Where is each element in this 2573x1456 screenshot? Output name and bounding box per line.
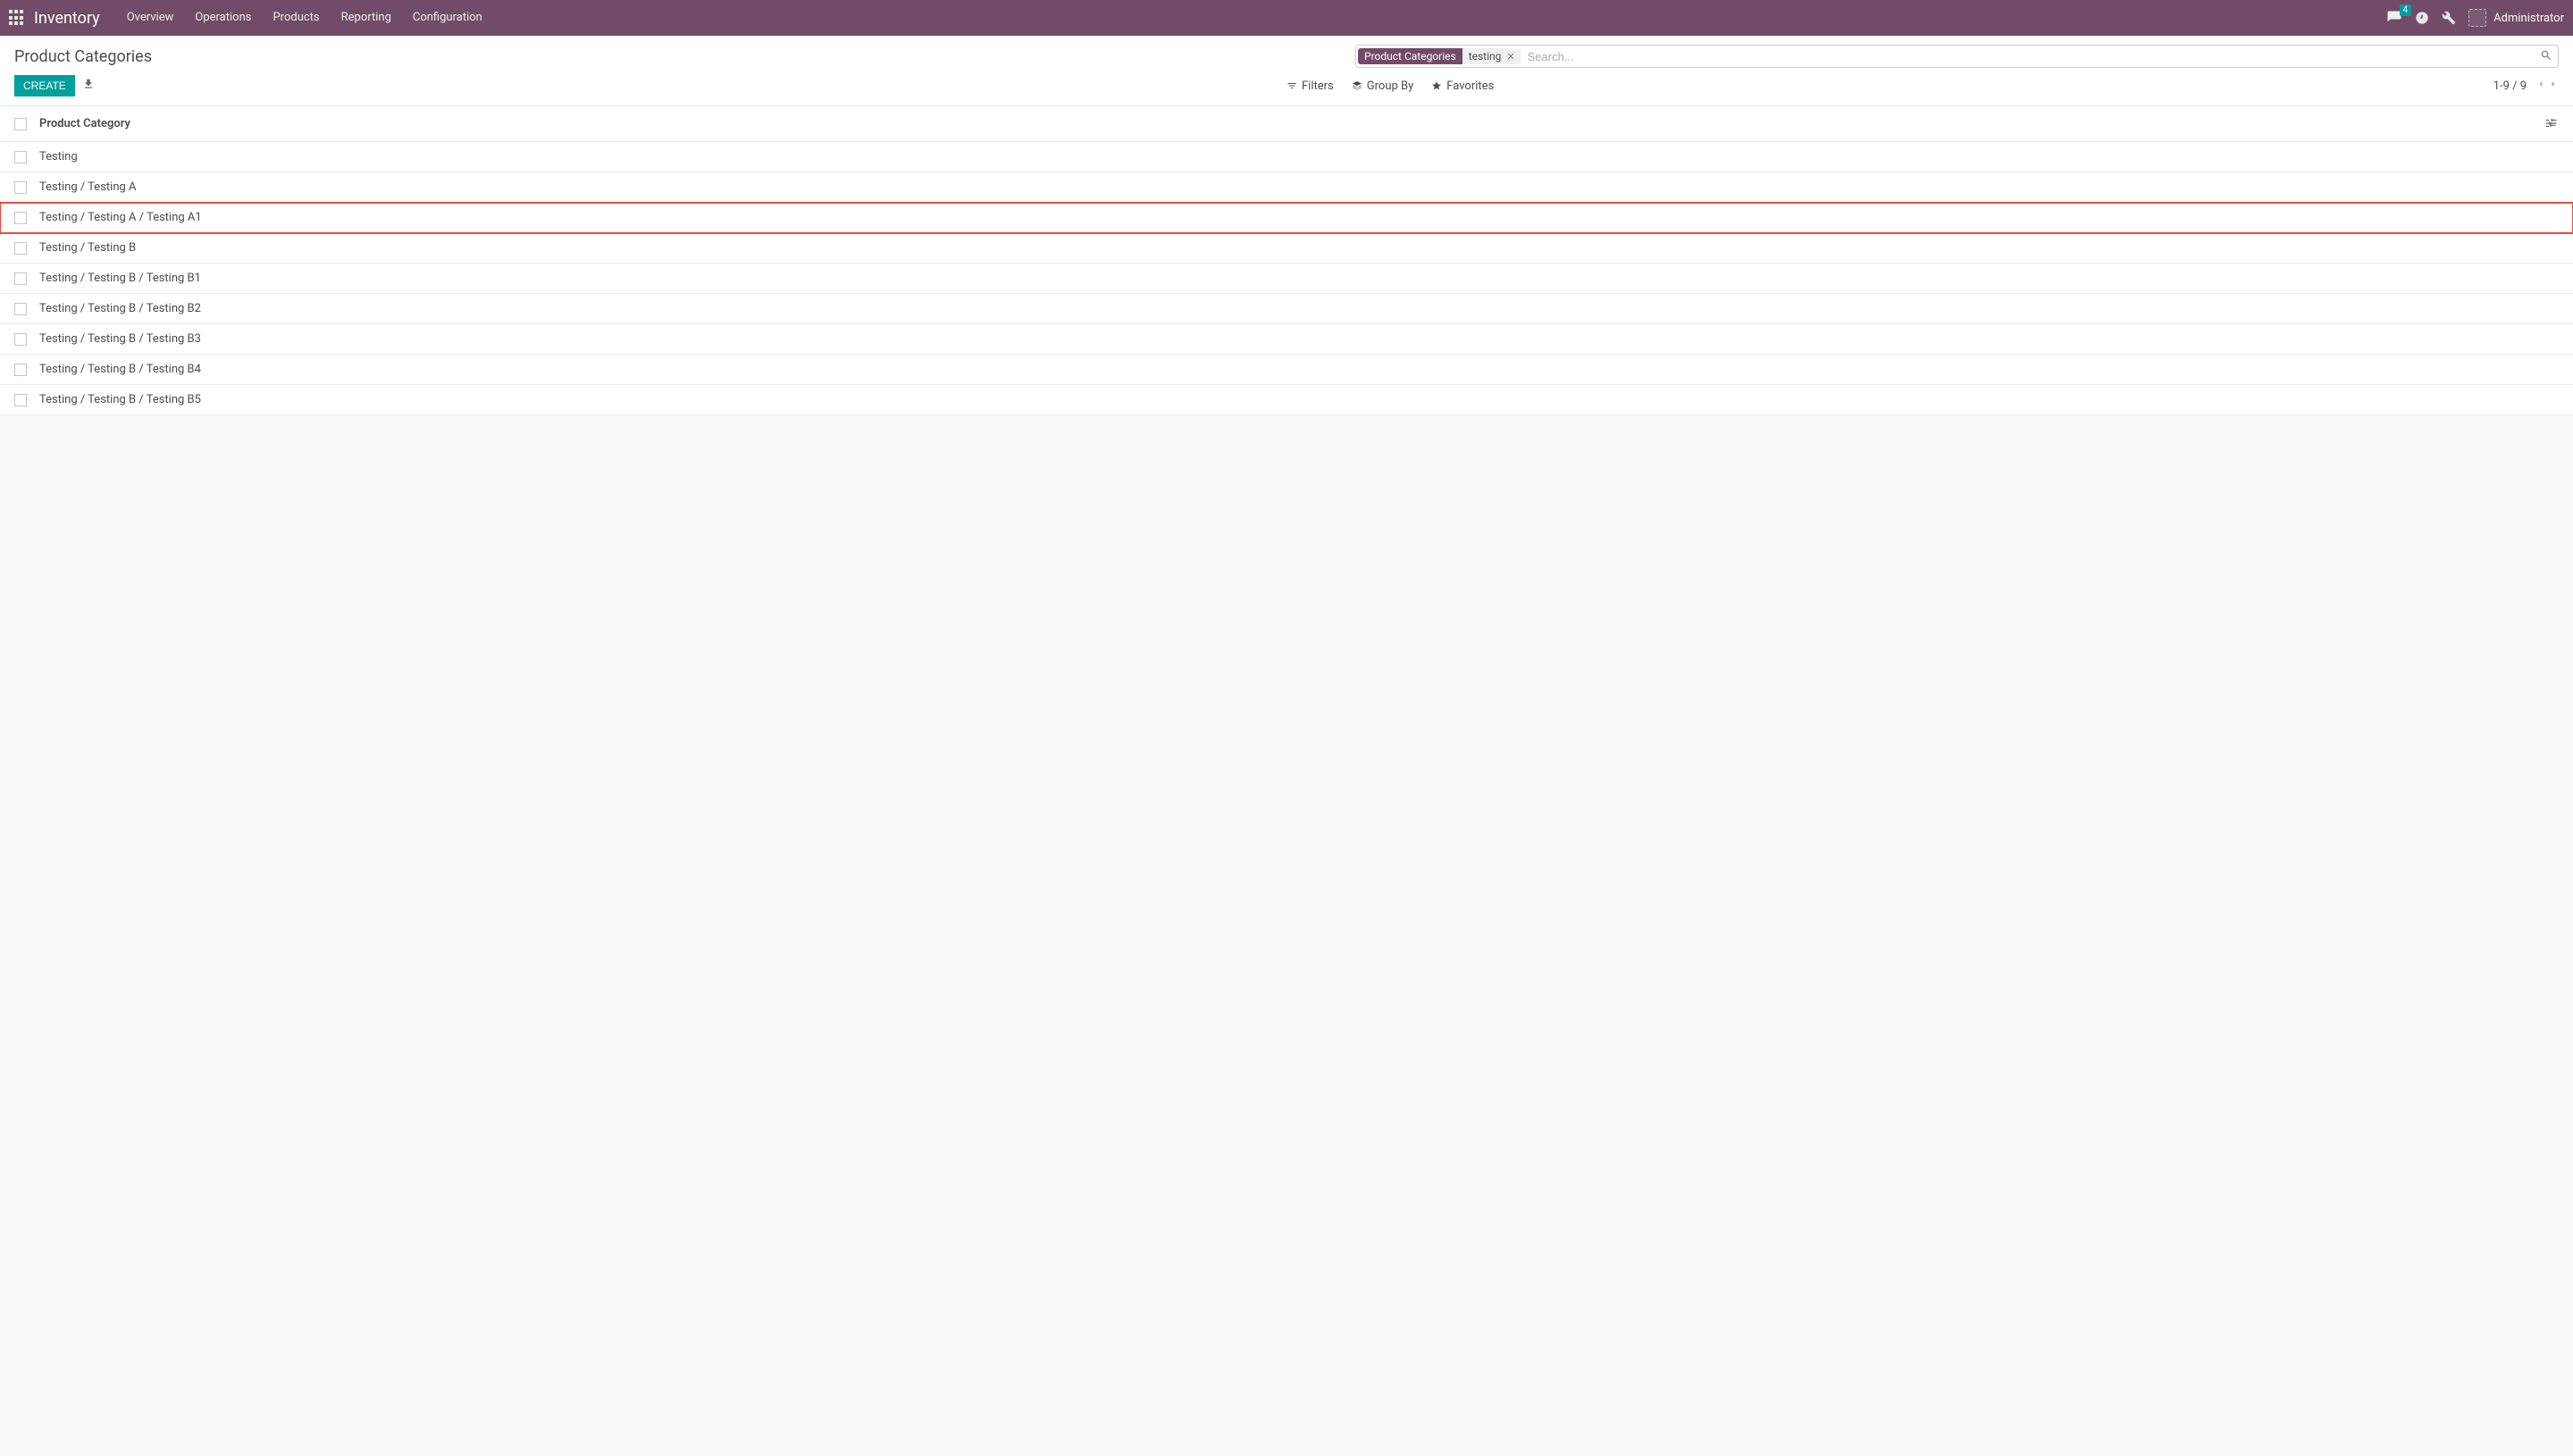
messaging-icon[interactable]: 4	[2386, 10, 2402, 26]
table-row[interactable]: Testing / Testing A / Testing A1	[0, 203, 2573, 233]
layers-icon	[1352, 80, 1362, 91]
search-facet-value: testing	[1463, 48, 1505, 64]
debug-icon[interactable]	[2442, 11, 2456, 25]
row-checkbox[interactable]	[14, 181, 27, 194]
row-category-name: Testing / Testing B	[39, 241, 136, 255]
favorites-label: Favorites	[1446, 79, 1494, 93]
row-checkbox[interactable]	[14, 303, 27, 315]
search-facet-remove-icon[interactable]: ✕	[1504, 49, 1520, 64]
column-header-category[interactable]: Product Category	[39, 117, 130, 130]
search-facet: Product Categories testing ✕	[1358, 48, 1521, 64]
search-facet-label: Product Categories	[1358, 48, 1463, 64]
nav-item-configuration[interactable]: Configuration	[402, 0, 493, 36]
table-row[interactable]: Testing / Testing B / Testing B4	[0, 355, 2573, 385]
messaging-badge: 4	[2400, 4, 2412, 16]
search-input[interactable]	[1522, 50, 2540, 63]
nav-item-reporting[interactable]: Reporting	[331, 0, 402, 36]
control-panel: Product Categories Product Categories te…	[0, 36, 2573, 106]
pager-next-icon[interactable]	[2548, 79, 2559, 93]
pager-count[interactable]: 1-9 / 9	[2493, 79, 2527, 93]
nav-item-operations[interactable]: Operations	[184, 0, 262, 36]
star-icon	[1431, 80, 1442, 91]
row-checkbox[interactable]	[14, 394, 27, 406]
groupby-label: Group By	[1367, 79, 1414, 93]
row-category-name: Testing / Testing A / Testing A1	[39, 211, 202, 224]
table-row[interactable]: Testing / Testing B / Testing B2	[0, 294, 2573, 324]
user-menu[interactable]: Administrator	[2468, 9, 2564, 27]
list-view: Product Category Testing Testing / Testin…	[0, 106, 2573, 415]
row-category-name: Testing / Testing B / Testing B5	[39, 393, 201, 406]
row-category-name: Testing / Testing A	[39, 180, 137, 194]
nav-item-overview[interactable]: Overview	[116, 0, 185, 36]
row-checkbox[interactable]	[14, 272, 27, 285]
list-header: Product Category	[0, 106, 2573, 142]
row-checkbox[interactable]	[14, 333, 27, 346]
search-icon[interactable]	[2540, 49, 2554, 63]
select-all-checkbox[interactable]	[14, 118, 27, 130]
filters-button[interactable]: Filters	[1286, 79, 1334, 93]
row-checkbox[interactable]	[14, 212, 27, 224]
table-row[interactable]: Testing / Testing B / Testing B3	[0, 324, 2573, 355]
row-category-name: Testing / Testing B / Testing B3	[39, 332, 201, 346]
table-row[interactable]: Testing / Testing B / Testing B1	[0, 264, 2573, 294]
page-title: Product Categories	[14, 47, 152, 66]
top-navbar: Inventory Overview Operations Products R…	[0, 0, 2573, 36]
table-row[interactable]: Testing	[0, 142, 2573, 172]
apps-icon[interactable]	[9, 10, 25, 26]
row-category-name: Testing / Testing B / Testing B4	[39, 363, 201, 376]
activities-icon[interactable]	[2415, 11, 2429, 25]
row-category-name: Testing	[39, 150, 78, 163]
row-checkbox[interactable]	[14, 151, 27, 163]
row-checkbox[interactable]	[14, 364, 27, 376]
avatar-placeholder-icon	[2468, 9, 2486, 27]
nav-item-products[interactable]: Products	[262, 0, 330, 36]
table-row[interactable]: Testing / Testing A	[0, 172, 2573, 203]
favorites-button[interactable]: Favorites	[1431, 79, 1494, 93]
filters-label: Filters	[1302, 79, 1334, 93]
table-row[interactable]: Testing / Testing B	[0, 233, 2573, 264]
filter-icon	[1286, 80, 1297, 91]
row-checkbox[interactable]	[14, 242, 27, 255]
export-icon[interactable]	[82, 78, 95, 94]
row-category-name: Testing / Testing B / Testing B1	[39, 272, 201, 285]
nav-menu: Overview Operations Products Reporting C…	[116, 0, 493, 36]
row-category-name: Testing / Testing B / Testing B2	[39, 302, 201, 315]
list-options-icon[interactable]	[2544, 117, 2559, 131]
pager-prev-icon[interactable]	[2535, 79, 2546, 93]
groupby-button[interactable]: Group By	[1352, 79, 1414, 93]
search-bar[interactable]: Product Categories testing ✕	[1355, 45, 2559, 68]
table-row[interactable]: Testing / Testing B / Testing B5	[0, 385, 2573, 415]
create-button[interactable]: CREATE	[14, 75, 75, 96]
user-name: Administrator	[2493, 12, 2564, 25]
app-name[interactable]: Inventory	[34, 9, 100, 28]
